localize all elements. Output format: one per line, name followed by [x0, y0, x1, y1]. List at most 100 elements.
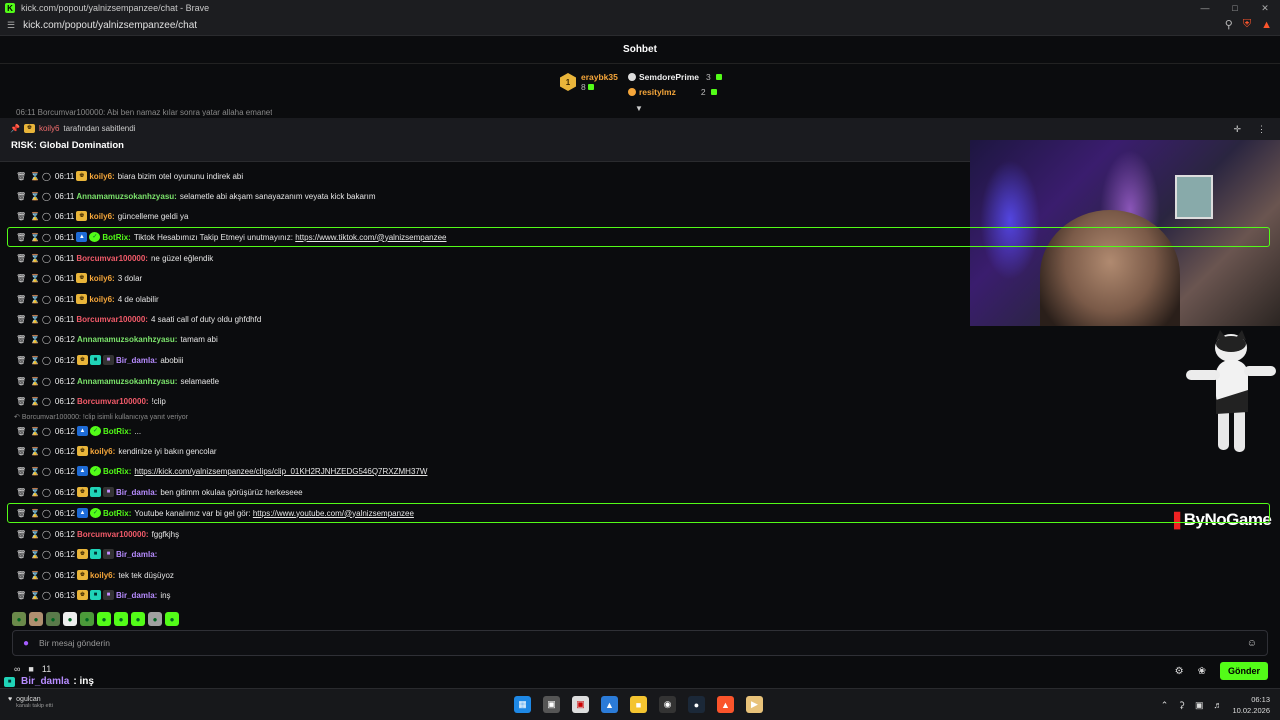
delete-message-icon[interactable]: 🗑 — [16, 212, 30, 221]
message-username[interactable]: Bir_damla: — [116, 488, 157, 497]
timeout-icon[interactable]: ⌛ — [30, 488, 40, 497]
ban-icon[interactable]: ◯ — [42, 550, 51, 559]
timeout-icon[interactable]: ⌛ — [30, 356, 40, 365]
message-username[interactable]: Bir_damla: — [116, 591, 157, 600]
chat-message-row[interactable]: 🗑 ⌛ ◯ 06:12 Borcumvar100000: !clip — [0, 391, 1280, 411]
delete-message-icon[interactable]: 🗑 — [16, 172, 30, 181]
chat-message-row[interactable]: 🗑 ⌛ ◯ 06:12 ♚ ■ ■ Bir_damla: ben gitimm okulaa g… — [0, 482, 1280, 502]
delete-message-icon[interactable]: 🗑 — [16, 335, 30, 344]
ban-icon[interactable]: ◯ — [42, 571, 51, 580]
chat-message-row[interactable]: 🗑 ⌛ ◯ 06:11 Annamamuzsokanhzyasu: selametle a… — [0, 186, 1280, 206]
delete-message-icon[interactable]: 🗑 — [16, 356, 30, 365]
task-view-icon[interactable]: ▣ — [543, 696, 560, 713]
delete-message-icon[interactable]: 🗑 — [16, 397, 30, 406]
delete-message-icon[interactable]: 🗑 — [16, 192, 30, 201]
emote-icon[interactable]: ● — [131, 612, 145, 626]
delete-message-icon[interactable]: 🗑 — [16, 530, 30, 539]
app-icon[interactable]: ▶ — [746, 696, 763, 713]
message-username[interactable]: koily6: — [90, 571, 115, 580]
obs-icon[interactable]: ◉ — [659, 696, 676, 713]
zoom-icon[interactable]: ⚲ — [1225, 18, 1233, 31]
timeout-icon[interactable]: ⌛ — [30, 295, 40, 304]
collapse-leaderboard-icon[interactable]: ▼ — [635, 104, 643, 113]
chat-message-row[interactable]: 🗑 ⌛ ◯ 06:11 ♚ koily6: güncelleme geldi ya — [0, 206, 1280, 226]
message-username[interactable]: Annamamuzsokanhzyasu: — [76, 192, 176, 201]
timeout-icon[interactable]: ⌛ — [30, 550, 40, 559]
emote-icon[interactable]: ● — [29, 612, 43, 626]
emote-icon[interactable]: ● — [97, 612, 111, 626]
ban-icon[interactable]: ◯ — [42, 315, 51, 324]
chevron-up-icon[interactable]: ⌃ — [1161, 700, 1169, 711]
delete-message-icon[interactable]: 🗑 — [16, 467, 30, 476]
network-icon[interactable]: ▣ — [1195, 700, 1204, 711]
chat-message-row[interactable]: 🗑 ⌛ ◯ 06:13 ♚ ■ ■ Bir_damla: inş — [0, 585, 1280, 605]
message-username[interactable]: BotRix: — [103, 467, 131, 476]
delete-message-icon[interactable]: 🗑 — [16, 550, 30, 559]
timeout-icon[interactable]: ⌛ — [30, 315, 40, 324]
emote-icon[interactable]: ● — [148, 612, 162, 626]
timeout-icon[interactable]: ⌛ — [30, 335, 40, 344]
microphone-icon[interactable]: ⚳ — [1178, 700, 1185, 711]
chat-message-row[interactable]: 🗑 ⌛ ◯ 06:12 Borcumvar100000: fggfkjhş — [0, 524, 1280, 544]
message-username[interactable]: Annamamuzsokanhzyasu: — [77, 335, 177, 344]
delete-message-icon[interactable]: 🗑 — [16, 427, 30, 436]
emote-icon[interactable]: ● — [114, 612, 128, 626]
chat-message-row[interactable]: 🗑 ⌛ ◯ 06:11 Borcumvar100000: ne güzel eğlendi… — [0, 248, 1280, 268]
brave-rewards-icon[interactable]: ▲ — [1261, 19, 1272, 31]
message-username[interactable]: BotRix: — [102, 233, 130, 242]
ban-icon[interactable]: ◯ — [42, 233, 51, 242]
timeout-icon[interactable]: ⌛ — [30, 212, 40, 221]
ban-icon[interactable]: ◯ — [42, 447, 51, 456]
message-username[interactable]: Borcumvar100000: — [77, 530, 149, 539]
chat-message-row[interactable]: 🗑 ⌛ ◯ 06:12 ♚ ■ ■ Bir_damla: — [0, 544, 1280, 564]
delete-message-icon[interactable]: 🗑 — [16, 315, 30, 324]
file-explorer-icon[interactable]: ■ — [630, 696, 647, 713]
clock[interactable]: 06:13 10.02.2026 — [1232, 694, 1270, 716]
timeout-icon[interactable]: ⌛ — [30, 447, 40, 456]
ban-icon[interactable]: ◯ — [42, 295, 51, 304]
timeout-icon[interactable]: ⌛ — [30, 571, 40, 580]
ban-icon[interactable]: ◯ — [42, 509, 51, 518]
chat-message-row[interactable]: 🗑 ⌛ ◯ 06:11 ♚ koily6: 4 de olabilir — [0, 289, 1280, 309]
close-icon[interactable]: ✕ — [1250, 0, 1280, 16]
message-username[interactable]: Annamamuzsokanhzyasu: — [77, 377, 177, 386]
message-username[interactable]: Bir_damla: — [116, 550, 157, 559]
chat-message-row[interactable]: 🗑 ⌛ ◯ 06:12 ♚ koily6: tek tek düşüyoz — [0, 565, 1280, 585]
ban-icon[interactable]: ◯ — [42, 427, 51, 436]
ban-icon[interactable]: ◯ — [42, 530, 51, 539]
gift-icon[interactable]: ❀ — [1198, 666, 1206, 677]
volume-icon[interactable]: ♬ — [1213, 700, 1222, 710]
ban-icon[interactable]: ◯ — [42, 356, 51, 365]
emoji-picker-icon[interactable]: ☺ — [1247, 638, 1257, 649]
message-username[interactable]: BotRix: — [103, 427, 131, 436]
send-button[interactable]: Gönder — [1219, 662, 1268, 680]
minimize-icon[interactable]: — — [1190, 0, 1220, 16]
emote-icon[interactable]: ● — [46, 612, 60, 626]
message-username[interactable]: koily6: — [89, 295, 114, 304]
chat-message-row[interactable]: 🗑 ⌛ ◯ 06:11 ♚ koily6: biara bizim otel oyununu… — [0, 166, 1280, 186]
ban-icon[interactable]: ◯ — [42, 591, 51, 600]
delete-message-icon[interactable]: 🗑 — [16, 274, 30, 283]
delete-message-icon[interactable]: 🗑 — [16, 233, 30, 242]
more-options-icon[interactable]: ⋮ — [1257, 124, 1266, 135]
brave-browser-icon[interactable]: ▲ — [717, 696, 734, 713]
chat-message-row[interactable]: 🗑 ⌛ ◯ 06:11 Borcumvar100000: 4 saati call of … — [0, 309, 1280, 329]
infinity-icon[interactable]: ∞ — [14, 664, 20, 674]
ban-icon[interactable]: ◯ — [42, 192, 51, 201]
chat-message-row[interactable]: 🗑 ⌛ ◯ 06:12 ▲ ✓ BotRix: Youtube kanalımız var b… — [0, 503, 1280, 523]
delete-message-icon[interactable]: 🗑 — [16, 254, 30, 263]
chat-message-row[interactable]: 🗑 ⌛ ◯ 06:12 ▲ ✓ BotRix: https://kick.com/yalni… — [0, 461, 1280, 481]
message-username[interactable]: BotRix: — [103, 509, 131, 518]
timeout-icon[interactable]: ⌛ — [30, 254, 40, 263]
chat-message-row[interactable]: 🗑 ⌛ ◯ 06:12 Annamamuzsokanhzyasu: selamaetle — [0, 371, 1280, 391]
timeout-icon[interactable]: ⌛ — [30, 233, 40, 242]
pinned-by-user[interactable]: koily6 — [39, 124, 59, 133]
chat-message-row[interactable]: 🗑 ⌛ ◯ 06:12 Annamamuzsokanhzyasu: tamam abi — [0, 329, 1280, 349]
chat-message-row[interactable]: 🗑 ⌛ ◯ 06:11 ▲ ✓ BotRix: Tiktok Hesabımızı Takip… — [0, 227, 1280, 247]
emote-icon[interactable]: ● — [80, 612, 94, 626]
ban-icon[interactable]: ◯ — [42, 397, 51, 406]
ban-icon[interactable]: ◯ — [42, 377, 51, 386]
brave-shield-icon[interactable]: ⛨ — [1243, 18, 1251, 31]
message-username[interactable]: Bir_damla: — [116, 356, 157, 365]
delete-message-icon[interactable]: 🗑 — [16, 509, 30, 518]
